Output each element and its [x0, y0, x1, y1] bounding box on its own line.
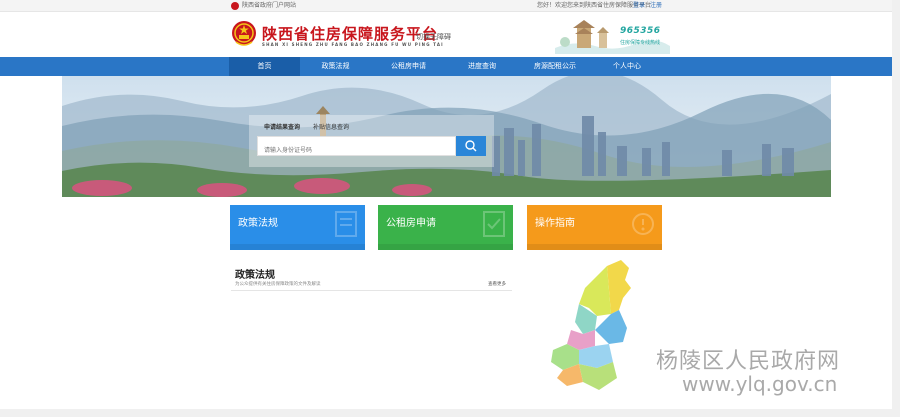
horizontal-scrollbar[interactable]: [0, 409, 892, 417]
hotline-caption: 住房保障专线热线: [620, 40, 661, 46]
site-header: 陕西省住房保障服务平台 SHAN XI SHENG ZHU FANG BAO Z…: [0, 12, 900, 57]
nav-item-apply[interactable]: 公租房申请: [371, 57, 446, 76]
watermark-url: www.ylq.gov.cn: [682, 372, 838, 396]
separator: |: [645, 2, 648, 9]
shaanxi-region-map[interactable]: [549, 258, 649, 398]
watermark-site-name: 杨陵区人民政府网: [656, 349, 841, 374]
card-apply-label: 公租房申请: [386, 218, 436, 229]
register-link[interactable]: 注册: [650, 1, 662, 11]
policy-section-title: 政策法规: [235, 270, 275, 281]
search-button[interactable]: [456, 136, 486, 156]
search-icon: [465, 140, 477, 152]
id-number-input[interactable]: [258, 141, 455, 160]
accessibility-switch-link[interactable]: 切换无障碍: [416, 32, 451, 42]
top-utility-bar: 陕西省政府门户网站 您好！欢迎您来到陕西省住房保障服务平台 登录 | 注册: [0, 0, 900, 12]
main-nav: 首页 政策法规 公租房申请 进度查询 房源配租公示 个人中心: [0, 57, 892, 76]
vertical-scrollbar[interactable]: [892, 0, 900, 417]
nav-item-user-center[interactable]: 个人中心: [592, 57, 662, 76]
document-icon: [335, 211, 357, 237]
card-shadow: [378, 244, 513, 250]
nav-item-policy[interactable]: 政策法规: [300, 57, 371, 76]
card-policy-label: 政策法规: [238, 218, 278, 229]
card-apply[interactable]: 公租房申请: [378, 205, 513, 250]
site-title-pinyin: SHAN XI SHENG ZHU FANG BAO ZHANG FU WU P…: [262, 42, 444, 47]
card-guide-label: 操作指南: [535, 218, 575, 229]
map-region-yulin[interactable]: [607, 260, 631, 314]
national-emblem-icon: [232, 21, 256, 46]
form-icon: [483, 211, 505, 237]
site-title[interactable]: 陕西省住房保障服务平台: [262, 23, 438, 44]
policy-more-link[interactable]: 查看更多: [488, 281, 506, 287]
divider: [231, 290, 512, 291]
tab-result-query[interactable]: 申请结果查询: [264, 122, 300, 131]
search-box: [257, 136, 456, 160]
gov-portal-link[interactable]: 陕西省政府门户网站: [242, 1, 296, 11]
card-shadow: [230, 244, 365, 250]
login-link[interactable]: 登录: [633, 1, 645, 11]
nav-item-housing-notice[interactable]: 房源配租公示: [518, 57, 592, 76]
policy-section-subtitle: 为公众提供有关住房保障政策的文件及解读: [235, 282, 321, 287]
card-shadow: [527, 244, 662, 250]
tab-subsidy-query[interactable]: 补贴信息查询: [313, 122, 349, 131]
nav-item-home[interactable]: 首页: [229, 57, 300, 76]
landmark-illustration-icon: [555, 18, 670, 54]
guide-icon: [632, 213, 654, 235]
emblem-mini-icon: [231, 2, 239, 10]
card-guide[interactable]: 操作指南: [527, 205, 662, 250]
hotline-number: 965356: [620, 26, 661, 36]
nav-item-progress[interactable]: 进度查询: [446, 57, 518, 76]
card-policy[interactable]: 政策法规: [230, 205, 365, 250]
